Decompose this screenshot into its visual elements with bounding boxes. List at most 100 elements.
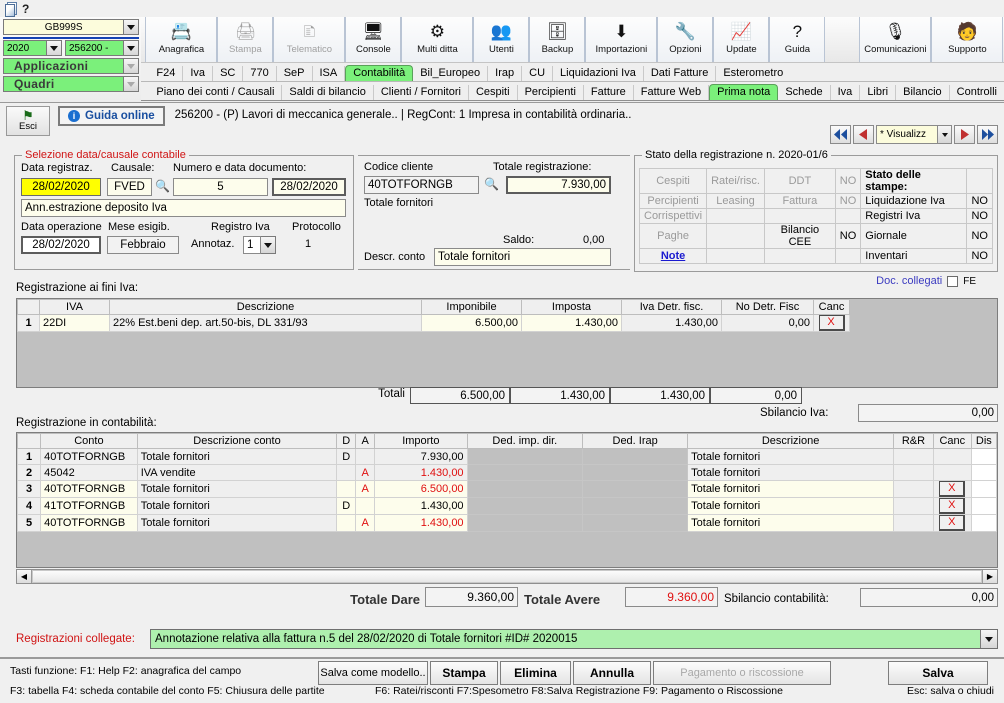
cont-rr[interactable] — [893, 514, 934, 532]
cont-ded-imp-dir[interactable] — [466, 497, 584, 515]
tab-sc[interactable]: SC — [213, 66, 244, 81]
salva-button[interactable]: Salva — [888, 661, 988, 685]
iva-detraibile[interactable]: 1.430,00 — [621, 314, 722, 332]
tab-dati-fatture[interactable]: Dati Fatture — [644, 66, 717, 81]
toolbar-stampa-button[interactable]: 🖨 Stampa — [217, 17, 274, 62]
company-code-row[interactable]: GB999S — [3, 19, 140, 35]
cont-avere-flag[interactable] — [355, 448, 376, 465]
cont-dare-flag[interactable] — [336, 480, 357, 498]
causale-input[interactable]: FVED — [107, 178, 152, 196]
nav-first-button[interactable] — [830, 125, 851, 144]
cont-col-header[interactable]: D — [336, 433, 357, 449]
registrazioni-collegate-select[interactable]: Annotazione relativa alla fattura n.5 de… — [150, 629, 998, 649]
cont-cancel-cell[interactable] — [932, 464, 972, 481]
cont-importo[interactable]: 7.930,00 — [374, 448, 468, 465]
annulla-button[interactable]: Annulla — [573, 661, 651, 685]
elimina-button[interactable]: Elimina — [500, 661, 571, 685]
cont-rr[interactable] — [893, 497, 934, 515]
cont-descrizione[interactable]: Totale fornitori — [687, 464, 895, 481]
subtab-cespiti[interactable]: Cespiti — [469, 85, 518, 100]
cont-importo[interactable]: 6.500,00 — [374, 480, 468, 498]
cont-rr[interactable] — [893, 448, 934, 465]
cont-col-header[interactable]: Ded. imp. dir. — [466, 433, 584, 449]
toolbar-multi-ditta-button[interactable]: ⚙ Multi ditta — [401, 17, 474, 62]
tab-esterometro[interactable]: Esterometro — [716, 66, 790, 81]
iva-imponibile[interactable]: 6.500,00 — [421, 314, 522, 332]
tab-770[interactable]: 770 — [243, 66, 277, 81]
toolbar-utenti-button[interactable]: 👥 Utenti — [473, 17, 530, 62]
iva-col-header[interactable]: Imponibile — [421, 299, 522, 315]
cont-cancel-cell[interactable]: X — [932, 514, 972, 532]
quadri-dropdown-arrow[interactable] — [124, 76, 140, 92]
cont-cancel-cell[interactable] — [932, 448, 972, 465]
iva-col-header[interactable] — [17, 299, 40, 315]
cont-ded-irap[interactable] — [582, 464, 689, 481]
cliente-search-icon[interactable]: 🔍 — [484, 177, 499, 191]
cont-dare-flag[interactable] — [336, 514, 357, 532]
table-row[interactable]: 3 40TOTFORNGB Totale fornitori A 6.500,00 Tot… — [17, 480, 997, 498]
tab-iva[interactable]: Iva — [183, 66, 214, 81]
stato-note-link[interactable]: Note — [638, 248, 708, 264]
cont-avere-flag[interactable] — [355, 497, 376, 515]
subtab-libri[interactable]: Libri — [860, 85, 897, 100]
iva-col-header[interactable]: No Detr. Fisc — [721, 299, 814, 315]
cont-empty-row[interactable] — [17, 531, 997, 548]
iva-cancel-cell[interactable]: X — [813, 314, 850, 332]
view-mode-select[interactable]: * Visualizz — [876, 125, 952, 144]
totale-registrazione-value[interactable]: 7.930,00 — [506, 176, 611, 194]
cont-col-header[interactable]: A — [355, 433, 376, 449]
cont-rr[interactable] — [893, 480, 934, 498]
data-documento-input[interactable]: 28/02/2020 — [272, 178, 346, 196]
iva-col-header[interactable]: Descrizione — [109, 299, 422, 315]
cont-importo[interactable]: 1.430,00 — [374, 497, 468, 515]
cont-conto[interactable]: 45042 — [40, 464, 138, 481]
cont-col-header[interactable]: Ded. Irap — [582, 433, 689, 449]
cont-ded-irap[interactable] — [582, 497, 689, 515]
cont-descrizione-conto[interactable]: Totale fornitori — [136, 480, 338, 498]
subtab-fatture-web[interactable]: Fatture Web — [634, 85, 710, 100]
registrazioni-collegate-dropdown-arrow[interactable] — [980, 630, 997, 648]
codice-cliente-input[interactable]: 40TOTFORNGB — [364, 176, 479, 194]
iva-empty-row[interactable] — [17, 347, 997, 364]
esci-button[interactable]: ⚑ Esci — [6, 106, 50, 136]
toolbar-backup-button[interactable]: 🗄 Backup — [529, 17, 586, 62]
tab-irap[interactable]: Irap — [488, 66, 523, 81]
cont-cancel-button[interactable]: X — [939, 481, 966, 497]
cont-conto[interactable]: 40TOTFORNGB — [40, 448, 138, 465]
contabilita-grid[interactable]: Conto Descrizione conto D A Importo Ded. imp.… — [16, 432, 998, 568]
table-row[interactable]: 1 40TOTFORNGB Totale fornitori D 7.930,00 Tot… — [17, 448, 997, 465]
help-question-icon[interactable]: ? — [22, 2, 29, 16]
cont-cancel-cell[interactable]: X — [932, 480, 972, 498]
cont-conto[interactable]: 40TOTFORNGB — [40, 514, 138, 532]
iva-non-detraibile[interactable]: 0,00 — [721, 314, 814, 332]
subtab-fatture[interactable]: Fatture — [584, 85, 634, 100]
cont-descrizione-conto[interactable]: IVA vendite — [136, 464, 338, 481]
data-registraz-input[interactable]: 28/02/2020 — [21, 178, 101, 196]
fe-checkbox[interactable] — [947, 275, 959, 287]
causale-search-icon[interactable]: 🔍 — [155, 179, 170, 193]
toolbar-console-button[interactable]: 🖥 Console — [345, 17, 402, 62]
toolbar-supporto-button[interactable]: 🧑 Supporto — [931, 17, 1004, 62]
iva-grid[interactable]: IVA Descrizione Imponibile Imposta Iva Detr.… — [16, 298, 998, 388]
toolbar-telematico-button[interactable]: 🗈 Telematico — [273, 17, 346, 62]
tab-bil-europeo[interactable]: Bil_Europeo — [413, 66, 489, 81]
iva-cancel-button[interactable]: X — [818, 315, 845, 331]
cont-importo[interactable]: 1.430,00 — [374, 514, 468, 532]
cont-col-header[interactable]: Conto — [40, 433, 138, 449]
iva-description[interactable]: 22% Est.beni dep. art.50-bis, DL 331/93 — [109, 314, 422, 332]
cont-descrizione-conto[interactable]: Totale fornitori — [136, 497, 338, 515]
cont-ded-irap[interactable] — [582, 480, 689, 498]
cont-descrizione-conto[interactable]: Totale fornitori — [136, 514, 338, 532]
subtab-schede[interactable]: Schede — [778, 85, 831, 100]
cont-ded-imp-dir[interactable] — [466, 448, 584, 465]
cont-rr[interactable] — [893, 464, 934, 481]
cont-descrizione[interactable]: Totale fornitori — [687, 480, 895, 498]
quadri-row[interactable]: Quadri — [3, 76, 140, 92]
cont-conto[interactable]: 41TOTFORNGB — [40, 497, 138, 515]
stampa-button[interactable]: Stampa — [430, 661, 498, 685]
descr-conto-input[interactable]: Totale fornitori — [434, 248, 611, 266]
cont-descrizione-conto[interactable]: Totale fornitori — [136, 448, 338, 465]
cont-ded-irap[interactable] — [582, 514, 689, 532]
cont-descrizione[interactable]: Totale fornitori — [687, 497, 895, 515]
mese-esigibilita-value[interactable]: Febbraio — [107, 236, 179, 254]
